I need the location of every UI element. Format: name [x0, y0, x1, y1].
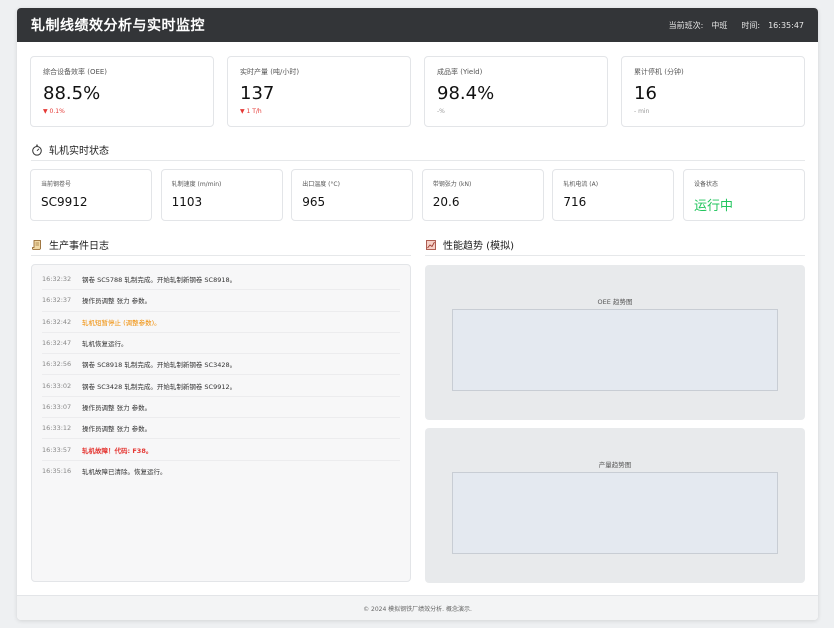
footer: © 2024 模拟钢铁厂绩效分析. 概念演示. [17, 595, 818, 620]
shift-time-info: 当前班次: 中班 时间: 16:35:47 [661, 20, 804, 31]
list-item: 16:32:56 钢卷 SC8918 轧制完成。开始轧制新钢卷 SC3428。 [42, 354, 400, 376]
log-time: 16:32:56 [42, 360, 72, 369]
shift-value: 中班 [711, 20, 728, 30]
status-card-current: 轧机电流 (A) 716 [552, 169, 675, 221]
status-label: 设备状态 [693, 181, 718, 188]
output-trend-panel: 产量趋势图 [425, 428, 805, 583]
log-time: 16:32:47 [42, 339, 72, 348]
kpi-value: 137 [240, 83, 275, 104]
status-value: 20.6 [432, 195, 460, 209]
log-message: 钢卷 SC5788 轧制完成。开始轧制新钢卷 SC8918。 [82, 276, 237, 285]
status-label: 出口温度 (°C) [302, 181, 340, 188]
section-title-text: 性能趋势 (模拟) [443, 241, 514, 252]
log-time: 16:32:42 [42, 317, 72, 326]
log-message: 操作员调整 张力 参数。 [82, 297, 152, 306]
list-item: 16:35:16 轧机故障已清除。恢复运行。 [42, 461, 400, 482]
list-item: 16:32:42 轧机短暂停止 (调整参数)。 [42, 312, 400, 333]
event-log-heading: 生产事件日志 [31, 237, 109, 252]
oee-trend-chart-area [452, 309, 778, 391]
scroll-icon [31, 239, 43, 251]
kpi-trend: ▼ 1 T/h [240, 108, 262, 115]
list-item: 16:33:12 操作员调整 张力 参数。 [42, 418, 400, 440]
log-time: 16:32:32 [42, 275, 72, 284]
status-card-coil: 当前钢卷号 SC9912 [30, 169, 152, 221]
section-divider [31, 255, 411, 256]
status-value: 1103 [171, 195, 203, 209]
status-card-equipment: 设备状态 运行中 [682, 169, 805, 221]
kpi-label: 累计停机 (分钟) [634, 68, 684, 76]
log-message: 钢卷 SC3428 轧制完成。开始轧制新钢卷 SC9912。 [82, 382, 237, 391]
log-message: 钢卷 SC8918 轧制完成。开始轧制新钢卷 SC3428。 [82, 361, 237, 370]
kpi-trend: ▼ 0.1% [43, 108, 65, 115]
mill-status-row: 当前钢卷号 SC9912 轧制速度 (m/min) 1103 出口温度 (°C)… [30, 169, 805, 221]
dashboard-window: 轧制线绩效分析与实时监控 当前班次: 中班 时间: 16:35:47 综合设备效… [17, 8, 818, 620]
kpi-value: 16 [634, 83, 657, 104]
log-message: 操作员调整 张力 参数。 [82, 403, 152, 412]
log-time: 16:35:16 [42, 467, 72, 476]
log-message: 操作员调整 张力 参数。 [82, 425, 152, 434]
section-title-text: 生产事件日志 [49, 241, 109, 252]
list-item: 16:33:07 操作员调整 张力 参数。 [42, 397, 400, 419]
kpi-value: 98.4% [437, 83, 495, 104]
status-value: 716 [563, 195, 587, 209]
kpi-value: 88.5% [43, 83, 101, 104]
list-item: 16:33:57 轧机故障！代码: F38。 [42, 439, 400, 461]
stopwatch-icon [31, 144, 43, 156]
kpi-row: 综合设备效率 (OEE) 88.5% ▼ 0.1% 实时产量 (吨/小时) 13… [30, 56, 805, 127]
oee-trend-panel: OEE 趋势图 [425, 265, 805, 420]
chart-title: 产量趋势图 [598, 461, 632, 469]
kpi-label: 实时产量 (吨/小时) [240, 68, 300, 76]
time-label: 时间: [741, 20, 761, 30]
status-value: SC9912 [41, 195, 88, 209]
status-card-tension: 带钢张力 (kN) 20.6 [421, 169, 544, 221]
kpi-label: 成品率 (Yield) [437, 68, 483, 76]
kpi-card-yield: 成品率 (Yield) 98.4% -% [424, 56, 608, 127]
status-label: 轧制速度 (m/min) [171, 181, 222, 188]
event-log-list[interactable]: 16:32:32 钢卷 SC5788 轧制完成。开始轧制新钢卷 SC8918。 1… [31, 264, 411, 582]
status-label: 轧机电流 (A) [563, 181, 599, 188]
section-divider [425, 255, 805, 256]
list-item: 16:33:02 钢卷 SC3428 轧制完成。开始轧制新钢卷 SC9912。 [42, 375, 400, 397]
chart-title: OEE 趋势图 [597, 298, 633, 306]
status-value: 965 [302, 195, 326, 209]
kpi-card-oee: 综合设备效率 (OEE) 88.5% ▼ 0.1% [30, 56, 214, 127]
status-card-temperature: 出口温度 (°C) 965 [291, 169, 414, 221]
chart-icon [425, 239, 437, 251]
log-time: 16:33:12 [42, 424, 72, 433]
log-message: 轧机短暂停止 (调整参数)。 [82, 318, 161, 327]
equipment-status-badge: 运行中 [693, 199, 733, 214]
output-trend-chart-area [452, 472, 778, 554]
list-item: 16:32:47 轧机恢复运行。 [42, 333, 400, 355]
kpi-card-downtime: 累计停机 (分钟) 16 - min [621, 56, 805, 127]
log-message: 轧机故障！代码: F38。 [82, 446, 153, 455]
shift-label: 当前班次: [668, 20, 704, 30]
top-bar: 轧制线绩效分析与实时监控 当前班次: 中班 时间: 16:35:47 [17, 8, 818, 42]
kpi-label: 综合设备效率 (OEE) [43, 68, 108, 76]
trends-heading: 性能趋势 (模拟) [425, 237, 514, 252]
log-time: 16:33:07 [42, 402, 72, 411]
kpi-card-output: 实时产量 (吨/小时) 137 ▼ 1 T/h [227, 56, 411, 127]
log-time: 16:33:02 [42, 381, 72, 390]
kpi-trend: - min [634, 108, 650, 115]
list-item: 16:32:32 钢卷 SC5788 轧制完成。开始轧制新钢卷 SC8918。 [42, 269, 400, 291]
list-item: 16:32:37 操作员调整 张力 参数。 [42, 290, 400, 312]
status-label: 当前钢卷号 [41, 181, 72, 188]
log-message: 轧机故障已清除。恢复运行。 [82, 468, 167, 477]
section-title-text: 轧机实时状态 [49, 146, 109, 157]
log-time: 16:32:37 [42, 296, 72, 305]
status-card-speed: 轧制速度 (m/min) 1103 [160, 169, 283, 221]
log-message: 轧机恢复运行。 [82, 340, 128, 349]
section-divider [31, 160, 805, 161]
log-time: 16:33:57 [42, 445, 72, 454]
status-label: 带钢张力 (kN) [432, 181, 472, 188]
footer-text: © 2024 模拟钢铁厂绩效分析. 概念演示. [363, 605, 472, 613]
page-title: 轧制线绩效分析与实时监控 [31, 18, 205, 34]
time-value: 16:35:47 [768, 20, 804, 30]
kpi-trend: -% [437, 108, 445, 115]
mill-status-heading: 轧机实时状态 [31, 142, 109, 157]
